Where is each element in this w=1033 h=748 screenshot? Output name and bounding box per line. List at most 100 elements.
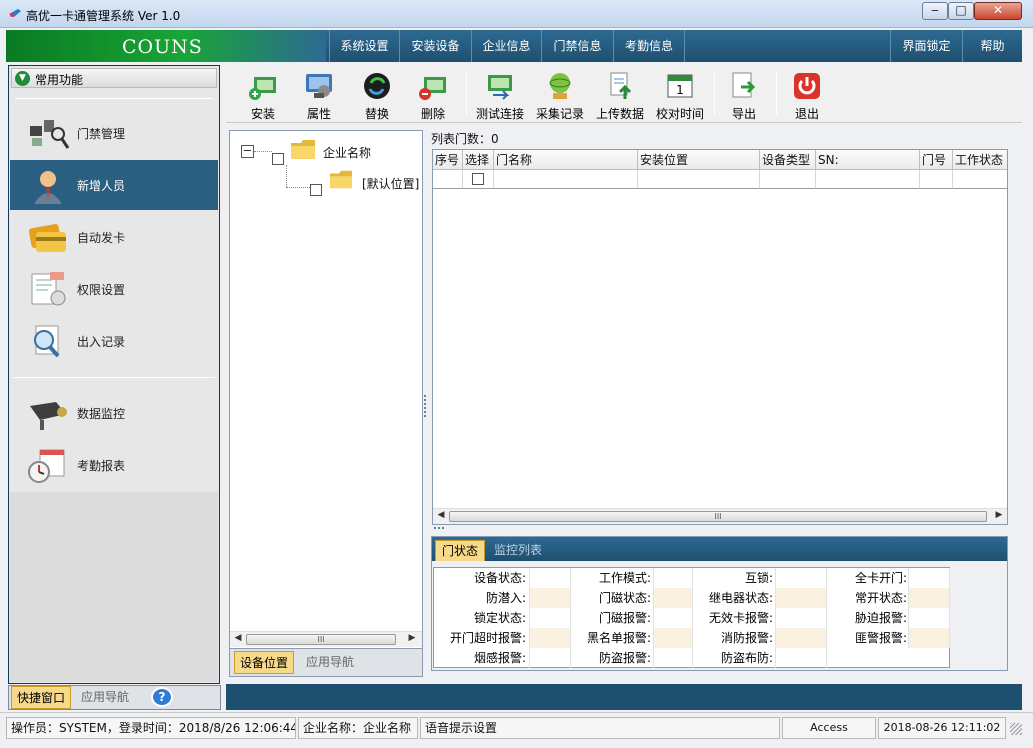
- tree-scroll-thumb[interactable]: III: [246, 634, 396, 645]
- database-type: Access: [782, 717, 876, 739]
- folder-icon: [330, 170, 352, 189]
- collect-records-button[interactable]: 采集记录: [532, 67, 588, 121]
- splitter-handle[interactable]: [424, 395, 428, 417]
- nav-item-auto-issue-card[interactable]: 自动发卡: [10, 212, 218, 262]
- status-value: [653, 648, 693, 668]
- menu-access-info[interactable]: 门禁信息: [541, 30, 613, 62]
- nav-item-label: 门禁管理: [77, 127, 126, 141]
- tab-door-status[interactable]: 门状态: [435, 540, 486, 561]
- status-label: 匪警报警:: [854, 631, 907, 645]
- scroll-right-icon[interactable]: ▶: [993, 510, 1005, 520]
- table-cell: [953, 170, 1007, 189]
- tab-app-navigation[interactable]: 应用导航: [75, 686, 135, 709]
- nav-item-access-control[interactable]: 门禁管理: [10, 108, 218, 158]
- maximize-button[interactable]: □: [948, 2, 974, 20]
- install-button[interactable]: 安装: [240, 67, 286, 121]
- collapse-icon[interactable]: ▼: [15, 71, 30, 86]
- tree-hscrollbar[interactable]: ◀ III ▶: [230, 631, 422, 647]
- table-cell: [494, 170, 638, 189]
- column-header-door-number[interactable]: 门号: [920, 150, 953, 170]
- brand-logo: COUNS: [122, 36, 203, 58]
- tree-child-label[interactable]: [默认位置]: [362, 175, 422, 192]
- card-icon: [28, 224, 66, 252]
- shortcut-panel-title: 常用功能: [35, 73, 84, 87]
- tab-device-location[interactable]: 设备位置: [234, 651, 294, 674]
- tree-root-checkbox[interactable]: [272, 153, 284, 165]
- status-label: 锁定状态:: [473, 611, 526, 625]
- nav-item-entry-exit-records[interactable]: 出入记录: [10, 316, 218, 366]
- brand-banner: COUNS: [6, 30, 326, 62]
- scroll-left-icon[interactable]: ◀: [232, 633, 244, 643]
- nav-item-label: 自动发卡: [77, 231, 126, 245]
- table-cell: [920, 170, 953, 189]
- table-cell: [638, 170, 760, 189]
- status-value: [908, 628, 950, 648]
- column-header-sn[interactable]: SN:: [816, 150, 920, 170]
- operator-info: 操作员：SYSTEM，登录时间：2018/8/26 12:06:44。: [6, 717, 296, 739]
- sync-time-button[interactable]: 1 校对时间: [652, 67, 708, 121]
- nav-item-attendance-report[interactable]: 考勤报表: [10, 440, 218, 490]
- status-label: 全卡开门:: [854, 571, 907, 585]
- column-header-index[interactable]: 序号: [433, 150, 463, 170]
- status-value: [529, 588, 571, 608]
- properties-button[interactable]: 属性: [294, 67, 344, 121]
- export-button[interactable]: 导出: [722, 67, 766, 121]
- column-header-select[interactable]: 选择: [463, 150, 494, 170]
- close-button[interactable]: ✕: [974, 2, 1022, 20]
- nav-item-label: 考勤报表: [77, 459, 126, 473]
- column-header-location[interactable]: 安装位置: [638, 150, 760, 170]
- column-header-device-type[interactable]: 设备类型: [760, 150, 816, 170]
- door-list-grid: 序号 选择 门名称 安装位置 设备类型 SN: 门号 工作状态 ◀ III ▶: [432, 149, 1008, 525]
- help-icon[interactable]: ?: [151, 687, 173, 707]
- resize-grip-icon[interactable]: [1010, 723, 1022, 735]
- nav-item-permission-settings[interactable]: 权限设置: [10, 264, 218, 314]
- voice-prompt-settings[interactable]: 语音提示设置: [420, 717, 780, 739]
- menu-lock-screen[interactable]: 界面锁定: [890, 30, 962, 62]
- grid-hscrollbar[interactable]: ◀ III ▶: [433, 508, 1007, 524]
- access-control-icon: [30, 120, 70, 149]
- grid-scroll-thumb[interactable]: III: [449, 511, 987, 522]
- splitter-handle[interactable]: [434, 527, 444, 533]
- status-label: 门磁报警:: [598, 611, 651, 625]
- status-label: 黑名单报警:: [586, 631, 651, 645]
- test-connection-button[interactable]: 测试连接: [474, 67, 526, 121]
- menu-company-info[interactable]: 企业信息: [471, 30, 541, 62]
- folder-icon: [291, 140, 315, 159]
- bottom-band: [226, 684, 1022, 710]
- column-header-work-status[interactable]: 工作状态: [953, 150, 1007, 170]
- menu-system-settings[interactable]: 系统设置: [329, 30, 399, 62]
- door-status-panel: 门状态 监控列表 设备状态: 工作模式: 互锁: 全卡开门: 防潜入: 门磁状态…: [431, 536, 1008, 671]
- nav-item-add-person[interactable]: 新增人员: [10, 160, 218, 210]
- upload-data-icon: [610, 72, 632, 99]
- calendar-icon: 1: [667, 74, 693, 98]
- table-cell: [816, 170, 920, 189]
- scroll-right-icon[interactable]: ▶: [406, 633, 418, 643]
- tree-connector: [286, 187, 310, 188]
- status-value: [529, 648, 571, 668]
- tree-root-label[interactable]: 企业名称: [323, 144, 371, 161]
- tab-tree-app-navigation[interactable]: 应用导航: [300, 651, 360, 674]
- upload-data-button[interactable]: 上传数据: [592, 67, 648, 121]
- nav-empty-area: [10, 492, 218, 682]
- menu-help[interactable]: 帮助: [962, 30, 1022, 62]
- nav-item-data-monitor[interactable]: 数据监控: [10, 388, 218, 438]
- status-value: [775, 648, 827, 668]
- exit-button[interactable]: 退出: [784, 67, 830, 121]
- column-header-door-name[interactable]: 门名称: [494, 150, 638, 170]
- delete-button[interactable]: 删除: [410, 67, 456, 121]
- tree-collapse-toggle[interactable]: −: [241, 145, 254, 158]
- replace-button[interactable]: 替换: [354, 67, 400, 121]
- tree-child-checkbox[interactable]: [310, 184, 322, 196]
- minimize-button[interactable]: ‒: [922, 2, 948, 20]
- shortcut-panel-header[interactable]: ▼ 常用功能: [11, 68, 217, 88]
- current-datetime: 2018-08-26 12:11:02: [878, 717, 1006, 739]
- scroll-left-icon[interactable]: ◀: [435, 510, 447, 520]
- row-select-checkbox[interactable]: [472, 173, 484, 185]
- menu-attendance-info[interactable]: 考勤信息: [613, 30, 685, 62]
- menu-install-device[interactable]: 安装设备: [399, 30, 471, 62]
- tab-monitor-list[interactable]: 监控列表: [488, 540, 548, 561]
- door-status-table: 设备状态: 工作模式: 互锁: 全卡开门: 防潜入: 门磁状态: 继电器状态: …: [433, 567, 950, 668]
- tab-shortcut-window[interactable]: 快捷窗口: [11, 686, 71, 709]
- table-cell: [463, 170, 494, 189]
- status-value: [908, 608, 950, 628]
